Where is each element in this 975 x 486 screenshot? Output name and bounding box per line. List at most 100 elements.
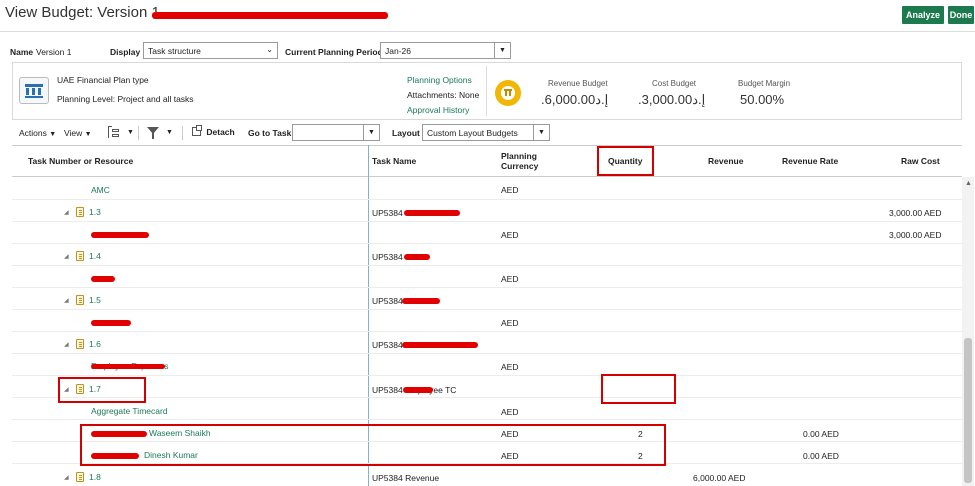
collapse-triangle-icon[interactable]: ◢	[64, 253, 69, 260]
period-label: Current Planning Period	[285, 47, 383, 57]
dropdown-arrow-icon[interactable]: ▼	[494, 43, 510, 58]
header-planning-currency[interactable]: Planning Currency	[501, 151, 551, 171]
currency-cell: AED	[501, 185, 519, 195]
budget-margin-label: Budget Margin	[738, 79, 791, 88]
toolbar-divider	[182, 126, 183, 140]
task-icon	[76, 295, 84, 305]
task-name: UP5384	[372, 252, 403, 262]
filter-icon[interactable]	[147, 127, 159, 139]
name-value: Version 1	[36, 47, 72, 57]
task-number[interactable]: 1.3	[89, 207, 101, 217]
actions-label: Actions	[19, 128, 47, 138]
task-number[interactable]: 1.6	[89, 339, 101, 349]
hierarchy-dropdown-icon[interactable]: ▼	[127, 129, 134, 136]
table-row[interactable]	[12, 200, 962, 222]
table-row[interactable]	[12, 310, 962, 332]
table-row[interactable]	[12, 464, 962, 486]
currency-cell: AED	[501, 318, 519, 328]
highlight-quantity-empty	[601, 374, 676, 404]
task-name: UP5384 Revenue	[372, 473, 440, 483]
resource-name[interactable]: Aggregate Timecard	[91, 406, 168, 416]
hierarchy-icon[interactable]	[108, 126, 120, 138]
attachments-value: None	[459, 90, 480, 100]
redacted-resource-name	[91, 364, 165, 369]
task-icon	[76, 339, 84, 349]
highlight-quantity-header	[597, 146, 654, 176]
display-label: Display	[110, 47, 141, 57]
chevron-down-icon: ▼	[84, 131, 92, 138]
plan-type-text: UAE Financial Plan type	[57, 75, 149, 85]
approval-history-link[interactable]: Approval History	[407, 105, 469, 115]
collapse-triangle-icon[interactable]: ◢	[64, 209, 69, 216]
redacted-resource-name	[91, 232, 149, 238]
resource-name[interactable]: AMC	[91, 185, 110, 195]
goto-task-label: Go to Task	[248, 128, 292, 138]
collapse-triangle-icon[interactable]: ◢	[64, 474, 69, 481]
summary-panel	[12, 62, 962, 120]
dropdown-arrow-icon[interactable]: ▼	[533, 125, 549, 140]
header-raw-cost[interactable]: Raw Cost	[901, 156, 940, 166]
table-row[interactable]	[12, 332, 962, 354]
filter-dropdown-icon[interactable]: ▼	[166, 129, 173, 136]
table-row[interactable]	[12, 288, 962, 310]
toolbar-divider	[138, 126, 139, 140]
redacted-task-name	[402, 298, 440, 304]
header-revenue[interactable]: Revenue	[708, 156, 743, 166]
raw-cost-cell: 3,000.00 AED	[889, 230, 942, 240]
table-row[interactable]	[12, 376, 962, 398]
attachments-label: Attachments:	[407, 90, 457, 100]
currency-cell: AED	[501, 230, 519, 240]
task-number[interactable]: 1.4	[89, 251, 101, 261]
redacted-resource-name	[91, 276, 115, 282]
task-icon	[76, 207, 84, 217]
detach-label: Detach	[206, 127, 235, 137]
highlight-task-1-7	[58, 377, 146, 403]
summary-divider	[486, 66, 487, 116]
table-row[interactable]	[12, 244, 962, 266]
revenue-budget-value: .إ.د6,000.00	[541, 92, 609, 107]
collapse-triangle-icon[interactable]: ◢	[64, 341, 69, 348]
header-task-number[interactable]: Task Number or Resource	[28, 156, 133, 166]
table-row[interactable]	[12, 222, 962, 244]
period-select[interactable]: Jan-26 ▼	[380, 42, 511, 59]
done-button[interactable]: Done	[948, 6, 974, 24]
view-menu[interactable]: View ▼	[64, 128, 92, 138]
task-name: UP5384	[372, 296, 403, 306]
analyze-button[interactable]: Analyze	[902, 6, 944, 24]
task-icon	[76, 472, 84, 482]
task-number[interactable]: 1.8	[89, 472, 101, 482]
currency-cell: AED	[501, 274, 519, 284]
chevron-down-icon: ▼	[49, 131, 57, 138]
planning-level-text: Planning Level: Project and all tasks	[57, 94, 194, 104]
task-name: UP5384	[372, 340, 403, 350]
goto-task-input[interactable]: ▼	[292, 124, 380, 141]
scroll-up-icon[interactable]: ▲	[965, 180, 972, 187]
period-select-value: Jan-26	[385, 45, 411, 56]
redacted-project-name	[152, 12, 388, 19]
planning-options-link[interactable]: Planning Options	[407, 75, 472, 85]
actions-menu[interactable]: Actions ▼	[19, 128, 56, 138]
detach-icon	[192, 125, 202, 136]
plan-document-icon	[19, 77, 49, 104]
task-name: UP5384	[372, 208, 403, 218]
table-row[interactable]	[12, 266, 962, 288]
revenue-cell: 6,000.00 AED	[693, 473, 746, 483]
redacted-task-name	[403, 387, 433, 393]
layout-select[interactable]: Custom Layout Budgets ▼	[422, 124, 550, 141]
header-revenue-rate[interactable]: Revenue Rate	[782, 156, 838, 166]
cost-budget-value: .إ.د3,000.00	[638, 92, 706, 107]
display-select-value: Task structure	[148, 45, 201, 56]
task-number[interactable]: 1.5	[89, 295, 101, 305]
header-task-name[interactable]: Task Name	[372, 156, 416, 166]
page-title: View Budget: Version 1	[5, 4, 160, 21]
table-row[interactable]	[12, 178, 962, 200]
revenue-rate-cell: 0.00 AED	[803, 429, 839, 439]
redacted-task-name	[404, 254, 430, 260]
collapse-triangle-icon[interactable]: ◢	[64, 297, 69, 304]
scrollbar-thumb[interactable]	[964, 338, 972, 483]
cost-budget-label: Cost Budget	[652, 79, 697, 88]
redacted-resource-name	[91, 320, 131, 326]
dropdown-arrow-icon[interactable]: ▼	[363, 125, 379, 140]
display-select[interactable]: Task structure ⌄	[143, 42, 278, 59]
detach-button[interactable]: Detach	[192, 125, 235, 137]
